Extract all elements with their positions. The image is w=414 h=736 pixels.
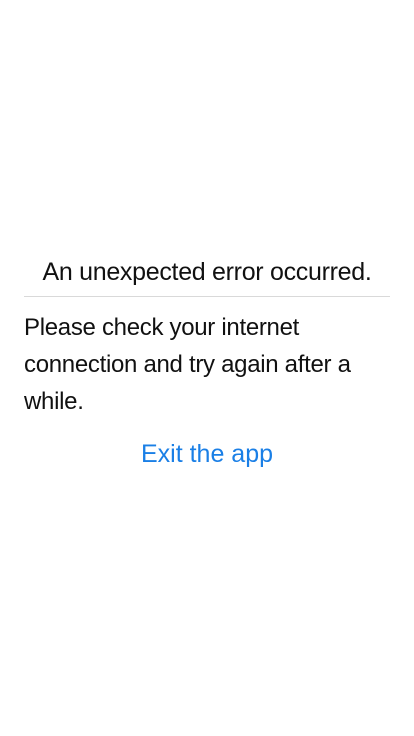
error-panel: An unexpected error occurred. Please che… [24, 254, 390, 472]
error-title: An unexpected error occurred. [24, 254, 390, 297]
error-message: Please check your internet connection an… [24, 314, 351, 415]
exit-app-link[interactable]: Exit the app [24, 436, 390, 472]
error-screen: An unexpected error occurred. Please che… [0, 0, 414, 736]
